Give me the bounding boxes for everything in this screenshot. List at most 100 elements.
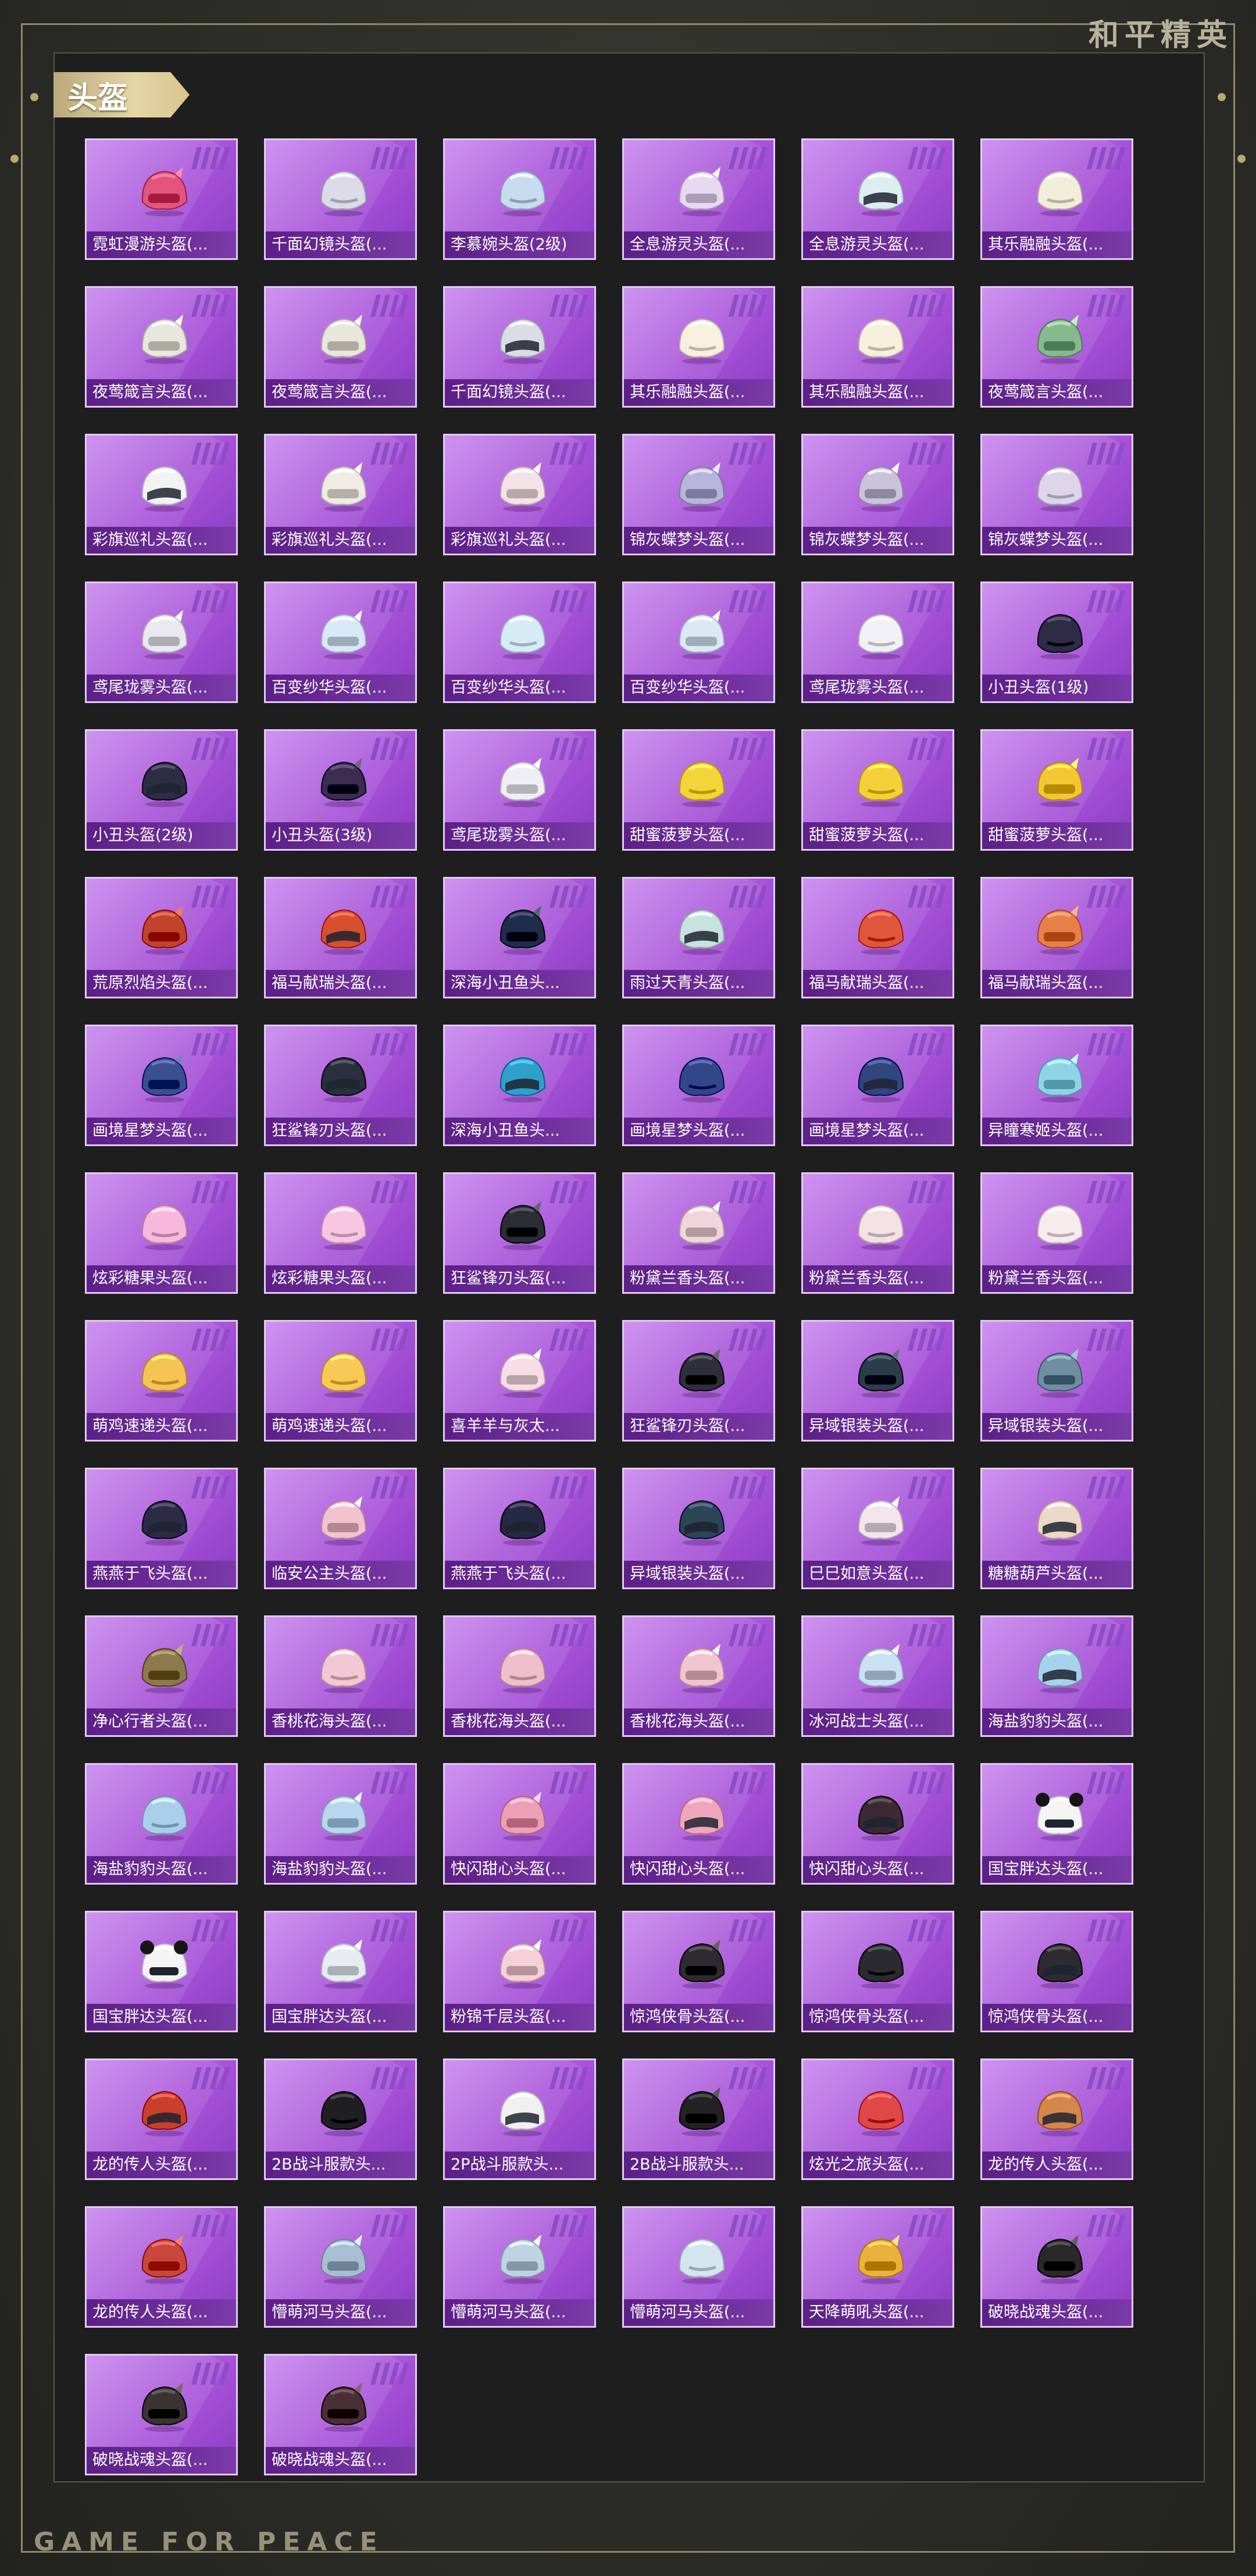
helmet-item-card[interactable]: 燕燕于飞头盔(... [85,1468,238,1589]
helmet-item-card[interactable]: 异域银装头盔(... [980,1320,1133,1442]
helmet-item-card[interactable]: 小丑头盔(3级) [264,729,417,851]
helmet-item-card[interactable]: 国宝胖达头盔(... [980,1763,1133,1885]
helmet-item-card[interactable]: 夜莺箴言头盔(... [980,286,1133,408]
helmet-item-label: 巳巳如意头盔(... [803,1561,952,1587]
helmet-item-card[interactable]: 画境星梦头盔(... [622,1025,775,1146]
helmet-item-card[interactable]: 夜莺箴言头盔(... [85,286,238,408]
helmet-item-card[interactable]: 鸢尾珑雾头盔(... [85,581,238,703]
rarity-stripes [549,1624,588,1646]
helmet-item-card[interactable]: 异瞳寒姬头盔(... [980,1025,1133,1146]
helmet-item-card[interactable]: 2B战斗服款头... [264,2058,417,2180]
helmet-item-card[interactable]: 炫彩糖果头盔(... [264,1172,417,1294]
helmet-item-card[interactable]: 惊鸿侠骨头盔(... [801,1911,954,2032]
helmet-item-card[interactable]: 海盐豹豹头盔(... [264,1763,417,1885]
helmet-item-card[interactable]: 鸢尾珑雾头盔(... [801,581,954,703]
helmet-item-card[interactable]: 福马献瑞头盔(... [264,877,417,998]
helmet-item-card[interactable]: 霓虹漫游头盔(... [85,138,238,260]
helmet-item-card[interactable]: 深海小丑鱼头... [443,1025,596,1146]
helmet-item-card[interactable]: 粉黛兰香头盔(... [801,1172,954,1294]
helmet-item-card[interactable]: 异域银装头盔(... [622,1468,775,1589]
helmet-item-card[interactable]: 狂鲨锋刃头盔(... [622,1320,775,1442]
helmet-item-card[interactable]: 龙的传人头盔(... [980,2058,1133,2180]
helmet-item-card[interactable]: 甜蜜菠萝头盔(... [622,729,775,851]
helmet-item-card[interactable]: 深海小丑鱼头... [443,877,596,998]
helmet-item-card[interactable]: 巳巳如意头盔(... [801,1468,954,1589]
helmet-item-card[interactable]: 福马献瑞头盔(... [801,877,954,998]
helmet-item-card[interactable]: 狂鲨锋刃头盔(... [443,1172,596,1294]
helmet-item-card[interactable]: 破晓战魂头盔(... [85,2354,238,2475]
rarity-stripes [907,1476,947,1498]
helmet-item-card[interactable]: 粉黛兰香头盔(... [980,1172,1133,1294]
helmet-item-card[interactable]: 炫光之旅头盔(... [801,2058,954,2180]
helmet-item-card[interactable]: 国宝胖达头盔(... [264,1911,417,2032]
helmet-item-card[interactable]: 甜蜜菠萝头盔(... [801,729,954,851]
helmet-item-card[interactable]: 快闪甜心头盔(... [622,1763,775,1885]
helmet-icon [672,1195,730,1253]
helmet-item-card[interactable]: 破晓战魂头盔(... [980,2206,1133,2328]
helmet-item-card[interactable]: 香桃花海头盔(... [264,1615,417,1737]
helmet-item-card[interactable]: 锦灰蝶梦头盔(... [801,434,954,555]
helmet-item-card[interactable]: 喜羊羊与灰太... [443,1320,596,1442]
helmet-item-card[interactable]: 鸢尾珑雾头盔(... [443,729,596,851]
helmet-item-card[interactable]: 懵萌河马头盔(... [264,2206,417,2328]
rarity-stripes [370,738,409,760]
helmet-item-card[interactable]: 破晓战魂头盔(... [264,2354,417,2475]
helmet-item-card[interactable]: 燕燕于飞头盔(... [443,1468,596,1589]
helmet-item-card[interactable]: 香桃花海头盔(... [443,1615,596,1737]
helmet-item-card[interactable]: 千面幻镜头盔(... [443,286,596,408]
helmet-item-card[interactable]: 其乐融融头盔(... [622,286,775,408]
helmet-item-card[interactable]: 粉锦千层头盔(... [443,1911,596,2032]
helmet-item-card[interactable]: 净心行者头盔(... [85,1615,238,1737]
helmet-item-card[interactable]: 其乐融融头盔(... [801,286,954,408]
helmet-item-card[interactable]: 小丑头盔(2级) [85,729,238,851]
helmet-item-card[interactable]: 画境星梦头盔(... [85,1025,238,1146]
helmet-item-card[interactable]: 福马献瑞头盔(... [980,877,1133,998]
helmet-item-card[interactable]: 彩旗巡礼头盔(... [264,434,417,555]
helmet-item-card[interactable]: 萌鸡速递头盔(... [264,1320,417,1442]
helmet-item-card[interactable]: 画境星梦头盔(... [801,1025,954,1146]
helmet-item-card[interactable]: 龙的传人头盔(... [85,2206,238,2328]
helmet-item-card[interactable]: 彩旗巡礼头盔(... [85,434,238,555]
helmet-item-card[interactable]: 百变纱华头盔(... [443,581,596,703]
helmet-item-card[interactable]: 香桃花海头盔(... [622,1615,775,1737]
helmet-item-card[interactable]: 快闪甜心头盔(... [443,1763,596,1885]
helmet-item-card[interactable]: 小丑头盔(1级) [980,581,1133,703]
helmet-item-card[interactable]: 粉黛兰香头盔(... [622,1172,775,1294]
helmet-item-card[interactable]: 冰河战士头盔(... [801,1615,954,1737]
helmet-item-card[interactable]: 糖糖葫芦头盔(... [980,1468,1133,1589]
helmet-item-card[interactable]: 千面幻镜头盔(... [264,138,417,260]
helmet-item-card[interactable]: 荒原烈焰头盔(... [85,877,238,998]
helmet-item-card[interactable]: 懵萌河马头盔(... [443,2206,596,2328]
helmet-item-card[interactable]: 百变纱华头盔(... [622,581,775,703]
helmet-item-card[interactable]: 快闪甜心头盔(... [801,1763,954,1885]
helmet-item-card[interactable]: 百变纱华头盔(... [264,581,417,703]
helmet-item-card[interactable]: 异域银装头盔(... [801,1320,954,1442]
helmet-item-card[interactable]: 懵萌河马头盔(... [622,2206,775,2328]
helmet-item-card[interactable]: 国宝胖达头盔(... [85,1911,238,2032]
helmet-item-card[interactable]: 其乐融融头盔(... [980,138,1133,260]
helmet-item-card[interactable]: 2P战斗服款头... [443,2058,596,2180]
helmet-item-card[interactable]: 萌鸡速递头盔(... [85,1320,238,1442]
helmet-item-card[interactable]: 惊鸿侠骨头盔(... [980,1911,1133,2032]
helmet-item-card[interactable]: 李慕婉头盔(2级) [443,138,596,260]
helmet-item-card[interactable]: 2B战斗服款头... [622,2058,775,2180]
helmet-item-card[interactable]: 炫彩糖果头盔(... [85,1172,238,1294]
helmet-item-label: 锦灰蝶梦头盔(... [803,527,952,554]
helmet-item-card[interactable]: 夜莺箴言头盔(... [264,286,417,408]
helmet-item-card[interactable]: 海盐豹豹头盔(... [980,1615,1133,1737]
helmet-item-card[interactable]: 锦灰蝶梦头盔(... [622,434,775,555]
helmet-icon [1030,752,1088,810]
helmet-item-card[interactable]: 甜蜜菠萝头盔(... [980,729,1133,851]
helmet-item-card[interactable]: 临安公主头盔(... [264,1468,417,1589]
helmet-item-card[interactable]: 全息游灵头盔(... [622,138,775,260]
helmet-item-card[interactable]: 惊鸿侠骨头盔(... [622,1911,775,2032]
helmet-item-card[interactable]: 彩旗巡礼头盔(... [443,434,596,555]
helmet-item-card[interactable]: 天降萌吼头盔(... [801,2206,954,2328]
helmet-item-card[interactable]: 锦灰蝶梦头盔(... [980,434,1133,555]
helmet-item-label: 荒原烈焰头盔(... [87,970,236,997]
helmet-item-card[interactable]: 狂鲨锋刃头盔(... [264,1025,417,1146]
helmet-item-card[interactable]: 全息游灵头盔(... [801,138,954,260]
helmet-item-card[interactable]: 海盐豹豹头盔(... [85,1763,238,1885]
helmet-item-card[interactable]: 雨过天青头盔(... [622,877,775,998]
helmet-item-card[interactable]: 龙的传人头盔(... [85,2058,238,2180]
